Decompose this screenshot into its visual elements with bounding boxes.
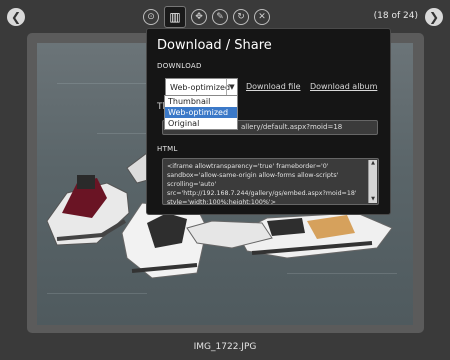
- download-size-select[interactable]: Web-optimized ▼: [165, 78, 238, 96]
- image-caption: IMG_1722.JPG: [193, 342, 257, 352]
- option-thumbnail[interactable]: Thumbnail: [165, 96, 237, 107]
- download-size-value: Web-optimized: [170, 82, 231, 92]
- scrollbar[interactable]: ▲ ▼: [368, 160, 377, 203]
- download-album-link[interactable]: Download album: [310, 82, 377, 91]
- html-section-label: HTML: [157, 145, 178, 153]
- option-web-optimized[interactable]: Web-optimized: [165, 107, 237, 118]
- rotate-icon[interactable]: ↻: [233, 9, 249, 25]
- info-icon[interactable]: ⊙: [143, 9, 159, 25]
- chevron-down-icon: ▼: [226, 79, 237, 95]
- edit-icon[interactable]: ✎: [212, 9, 228, 25]
- next-arrow-icon[interactable]: ❯: [425, 8, 443, 26]
- scroll-up-icon[interactable]: ▲: [369, 160, 377, 167]
- delete-icon[interactable]: ✕: [254, 9, 270, 25]
- panel-title: Download / Share: [157, 38, 272, 53]
- download-file-link[interactable]: Download file: [246, 82, 301, 91]
- previous-arrow-icon[interactable]: ❮: [7, 8, 25, 26]
- url-value: allery/default.aspx?moid=18: [241, 123, 343, 131]
- move-icon[interactable]: ✥: [191, 9, 207, 25]
- download-share-icon[interactable]: ▥: [164, 6, 186, 28]
- option-original[interactable]: Original: [165, 118, 237, 129]
- toolbar: ⊙ ▥ ✥ ✎ ↻ ✕: [143, 6, 270, 28]
- html-embed-textarea[interactable]: <iframe allowtransparency='true' framebo…: [162, 158, 379, 205]
- image-counter: (18 of 24): [373, 11, 418, 21]
- html-embed-code: <iframe allowtransparency='true' framebo…: [167, 163, 357, 205]
- jet-ski-left: [46, 175, 130, 246]
- scroll-down-icon[interactable]: ▼: [369, 196, 377, 203]
- download-size-dropdown: Thumbnail Web-optimized Original: [164, 95, 238, 130]
- download-section-label: DOWNLOAD: [157, 62, 202, 70]
